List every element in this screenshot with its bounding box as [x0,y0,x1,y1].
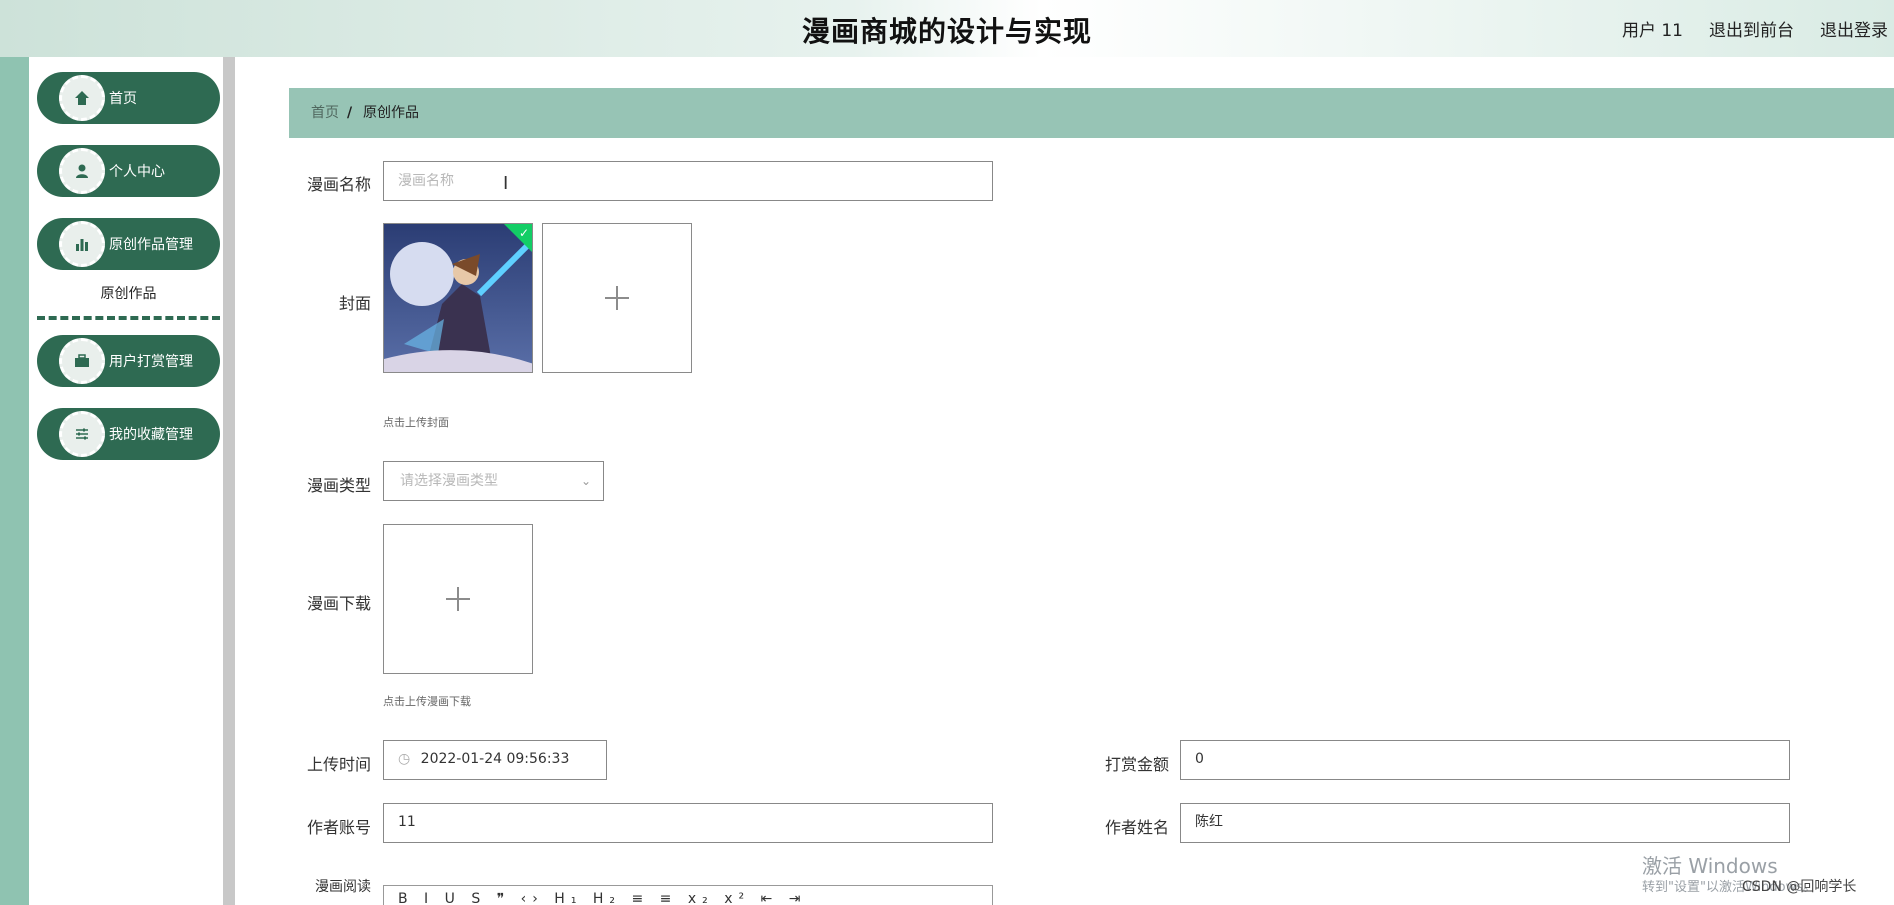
cover-image-thumbnail[interactable]: ✓ [383,223,533,373]
cover-label: 封面 [338,294,371,313]
comic-name-input[interactable] [383,161,993,201]
sidebar-item-label: 首页 [109,91,137,107]
top-header: 漫画商城的设计与实现 用户 11 退出到前台 退出登录 [0,0,1894,57]
sidebar-item-personal-center[interactable]: 个人中心 [37,145,220,197]
author-name-label: 作者姓名 [1104,818,1169,837]
breadcrumb-current: 原创作品 [363,105,419,121]
sidebar-item-label: 原创作品管理 [109,237,193,253]
upload-time-value: 2022-01-24 09:56:33 [420,751,570,767]
breadcrumb-separator: / [347,105,353,121]
sidebar-item-user-reward-management[interactable]: 用户打赏管理 [37,335,220,387]
author-account-field[interactable]: 11 [383,803,993,843]
check-icon: ✓ [518,226,529,240]
cover-upload-hint: 点击上传封面 [383,416,449,429]
page-title: 漫画商城的设计与实现 [801,15,1092,48]
author-name-value: 陈红 [1195,814,1223,830]
exit-to-front-link[interactable]: 退出到前台 [1709,16,1794,41]
comic-download-upload-button[interactable] [383,524,533,674]
comic-download-hint: 点击上传漫画下载 [383,695,471,708]
sliders-icon [59,411,105,457]
breadcrumb: 首页 / 原创作品 [289,88,1894,138]
reward-amount-value: 0 [1195,751,1204,767]
user-icon [59,148,105,194]
upload-time-field[interactable]: ◷ 2022-01-24 09:56:33 [383,740,607,780]
reward-amount-field[interactable]: 0 [1180,740,1790,780]
csdn-watermark: CSDN @回响学长 [1742,879,1857,895]
sidebar-item-label: 个人中心 [109,164,165,180]
comic-download-label: 漫画下载 [306,594,371,613]
sidebar-item-home[interactable]: 首页 [37,72,220,124]
sidebar-item-label: 我的收藏管理 [109,427,193,443]
plus-icon [384,525,532,673]
briefcase-icon [59,338,105,384]
rich-text-editor-toolbar[interactable]: B I U S ❞ ‹› H₁ H₂ ≡ ≡ x₂ x² ⇤ ⇥ [383,885,993,905]
header-links: 用户 11 退出到前台 退出登录 [1622,16,1888,41]
comic-type-placeholder: 请选择漫画类型 [400,473,498,489]
sidebar-scrollbar[interactable] [223,57,235,905]
sidebar-item-label: 用户打赏管理 [109,354,193,370]
reward-amount-label: 打赏金额 [1104,755,1169,774]
sidebar-subitem-original-works[interactable]: 原创作品 [37,274,220,320]
author-name-field[interactable]: 陈红 [1180,803,1790,843]
comic-name-label: 漫画名称 [306,175,371,194]
bar-chart-icon [59,221,105,267]
chevron-down-icon: ⌄ [580,474,591,488]
windows-activation-title: 激活 Windows [1642,854,1778,878]
sidebar-item-original-works-management[interactable]: 原创作品管理 [37,218,220,270]
home-icon [59,75,105,121]
user-label[interactable]: 用户 11 [1622,16,1683,41]
logout-link[interactable]: 退出登录 [1820,16,1888,41]
plus-icon [543,224,691,372]
sidebar: 首页 个人中心 原创作品管理 原创作品 用户打赏管理 我的收藏管理 [29,57,223,905]
text-cursor-icon: I [503,173,509,194]
author-account-value: 11 [398,814,416,830]
cover-upload-button[interactable] [542,223,692,373]
breadcrumb-home[interactable]: 首页 [311,88,339,138]
comic-read-label: 漫画阅读 [315,879,371,895]
comic-type-label: 漫画类型 [306,476,371,495]
upload-time-label: 上传时间 [306,755,371,774]
sidebar-item-my-favorites-management[interactable]: 我的收藏管理 [37,408,220,460]
author-account-label: 作者账号 [306,818,371,837]
left-rail [0,57,29,905]
comic-type-select[interactable]: 请选择漫画类型 ⌄ [383,461,604,501]
clock-icon: ◷ [398,751,411,767]
